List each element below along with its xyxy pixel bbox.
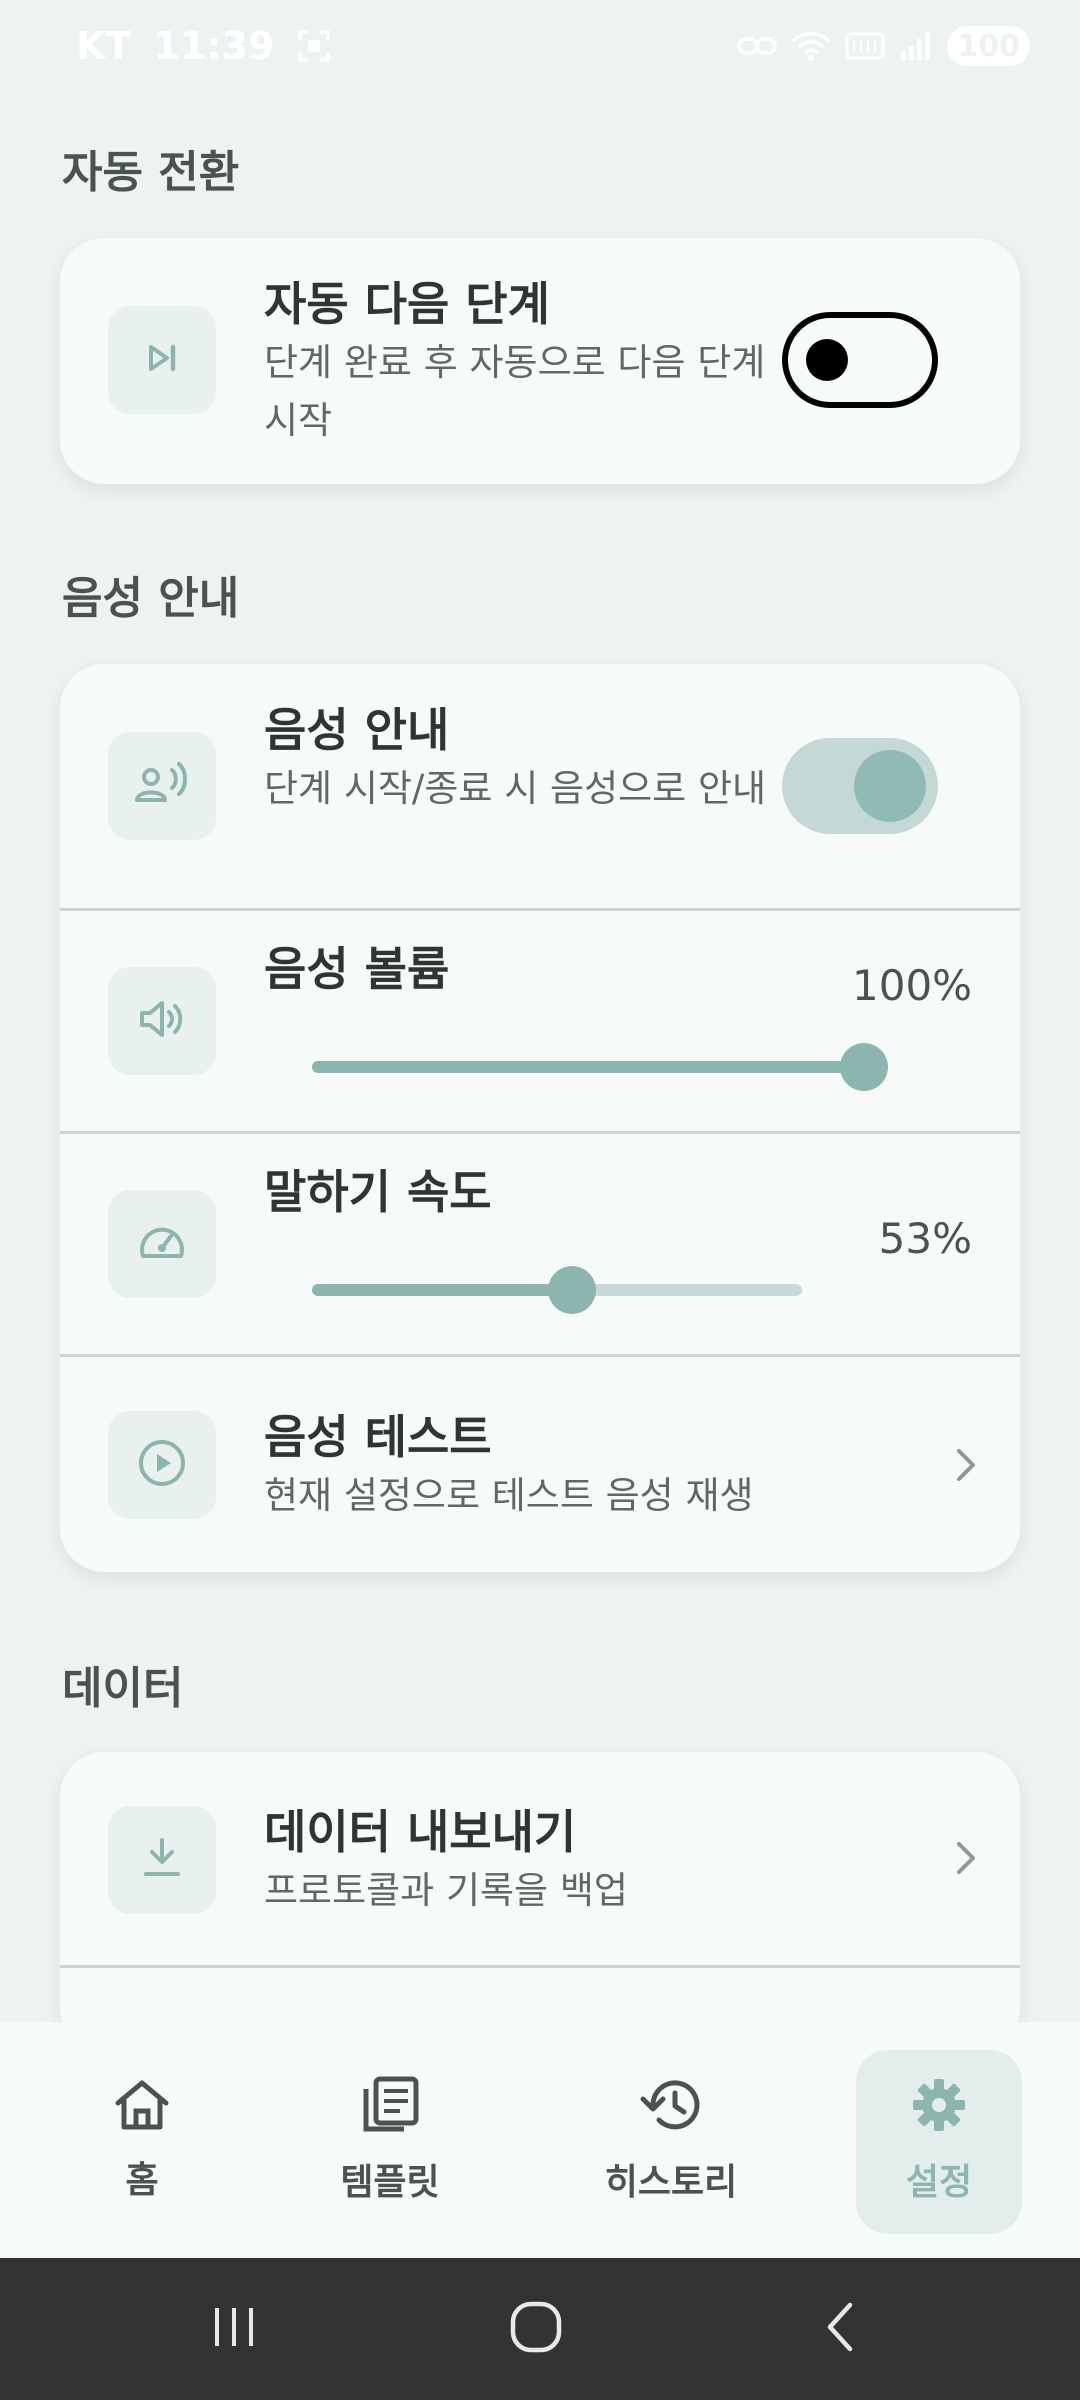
- speech-speed-slider[interactable]: [312, 1258, 802, 1318]
- chevron-right-icon: [946, 1834, 986, 1882]
- nav-home-label: 홈: [125, 2160, 159, 2201]
- system-navigation-bar: [0, 2258, 1080, 2400]
- nav-history-label: 히스토리: [604, 2162, 738, 2203]
- play-circle-icon: [136, 1437, 188, 1493]
- slider-fill: [312, 1284, 572, 1296]
- auto-next-title: 자동 다음 단계: [264, 277, 550, 331]
- chevron-right-icon: [946, 1441, 986, 1489]
- voice-test-subtitle: 현재 설정으로 테스트 음성 재생: [264, 1474, 754, 1517]
- template-icon: [360, 2075, 420, 2139]
- home-button[interactable]: [456, 2258, 616, 2400]
- voice-volume-value: 100%: [852, 961, 973, 1010]
- home-icon: [112, 2077, 172, 2137]
- toggle-knob: [854, 750, 926, 822]
- nav-templates-label: 템플릿: [340, 2162, 440, 2203]
- screenshot-icon: [296, 28, 332, 64]
- slider-fill: [312, 1061, 864, 1073]
- auto-next-row[interactable]: 자동 다음 단계 단계 완료 후 자동으로 다음 단계 시작: [60, 238, 1020, 484]
- speedometer-icon: [137, 1220, 187, 1268]
- volte-icon: [845, 30, 885, 62]
- voice-test-icon-box: [108, 1411, 216, 1519]
- voice-guide-subtitle: 단계 시작/종료 시 음성으로 안내: [264, 767, 767, 810]
- speech-speed-title: 말하기 속도: [264, 1165, 492, 1219]
- speech-speed-row: 말하기 속도 53%: [60, 1134, 1020, 1354]
- nav-settings-label: 설정: [905, 2162, 973, 2203]
- slider-thumb[interactable]: [547, 1266, 596, 1314]
- nav-templates[interactable]: 템플릿: [310, 2022, 470, 2258]
- signal-icon: [899, 30, 933, 62]
- wifi-icon: [791, 30, 831, 62]
- status-bar: KT 11:39 100: [0, 0, 1080, 92]
- voice-volume-title: 음성 볼륨: [264, 942, 450, 996]
- bottom-navigation: 홈 템플릿 히스토리 설정: [0, 2022, 1080, 2258]
- battery-indicator: 100: [947, 26, 1030, 66]
- voice-test-row[interactable]: 음성 테스트 현재 설정으로 테스트 음성 재생: [60, 1357, 1020, 1572]
- voice-volume-row: 음성 볼륨 100%: [60, 911, 1020, 1131]
- voice-guide-toggle[interactable]: [782, 738, 938, 834]
- nav-home[interactable]: 홈: [62, 2022, 222, 2258]
- carrier-label: KT: [76, 24, 132, 68]
- nav-settings[interactable]: 설정: [856, 2022, 1022, 2258]
- volume-icon-box: [108, 967, 216, 1075]
- data-export-title: 데이터 내보내기: [264, 1805, 577, 1859]
- voice-guide-icon-box: [108, 732, 216, 840]
- recent-apps-icon: [209, 2302, 259, 2356]
- home-circle-icon: [508, 2299, 564, 2359]
- voice-guide-card: 음성 안내 단계 시작/종료 시 음성으로 안내 음성 볼륨 100% 말하기 …: [60, 664, 1020, 1572]
- data-card: 데이터 내보내기 프로토콜과 기록을 백업: [60, 1752, 1020, 2052]
- divider: [60, 1965, 1020, 1968]
- auto-next-icon-box: [108, 306, 216, 414]
- clock: 11:39: [153, 24, 275, 68]
- section-title-voice-guide: 음성 안내: [62, 573, 240, 624]
- speed-icon-box: [108, 1190, 216, 1298]
- back-arrow-icon: [820, 2299, 860, 2359]
- back-button[interactable]: [760, 2258, 920, 2400]
- auto-next-toggle[interactable]: [782, 312, 938, 408]
- auto-next-subtitle: 단계 완료 후 자동으로 다음 단계 시작: [264, 341, 766, 442]
- voice-volume-slider[interactable]: [312, 1035, 888, 1095]
- speech-speed-value: 53%: [878, 1214, 972, 1263]
- recent-apps-button[interactable]: [154, 2258, 314, 2400]
- history-icon: [639, 2075, 703, 2139]
- data-export-subtitle: 프로토콜과 기록을 백업: [264, 1869, 628, 1912]
- skip-next-icon: [142, 338, 182, 382]
- auto-transition-card: 자동 다음 단계 단계 완료 후 자동으로 다음 단계 시작: [60, 238, 1020, 484]
- voice-guide-title: 음성 안내: [264, 703, 450, 757]
- volume-icon: [137, 997, 187, 1045]
- voice-test-title: 음성 테스트: [264, 1410, 492, 1464]
- gear-icon: [909, 2075, 969, 2139]
- slider-thumb[interactable]: [840, 1043, 888, 1091]
- status-left: KT 11:39: [76, 24, 332, 68]
- toggle-knob: [806, 339, 848, 381]
- export-icon-box: [108, 1806, 216, 1914]
- nav-history[interactable]: 히스토리: [586, 2022, 756, 2258]
- data-export-row[interactable]: 데이터 내보내기 프로토콜과 기록을 백업: [60, 1752, 1020, 1965]
- download-icon: [140, 1834, 184, 1886]
- link-icon: [737, 33, 778, 59]
- section-title-auto-transition: 자동 전환: [62, 147, 240, 198]
- voice-guide-row[interactable]: 음성 안내 단계 시작/종료 시 음성으로 안내: [60, 664, 1020, 910]
- voice-person-icon: [134, 760, 190, 812]
- section-title-data: 데이터: [62, 1663, 184, 1714]
- status-right: 100: [737, 26, 1030, 66]
